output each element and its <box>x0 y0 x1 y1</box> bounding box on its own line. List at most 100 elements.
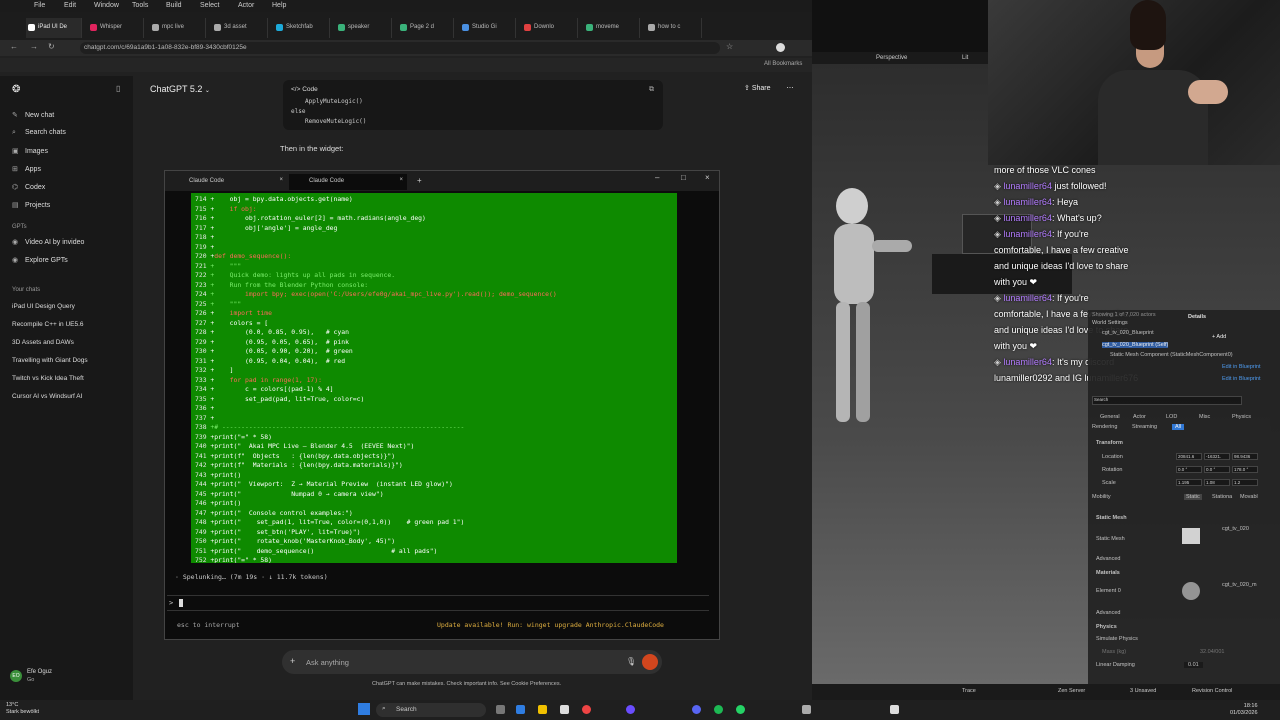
mesh-name[interactable]: cgt_tv_020 <box>1222 526 1249 532</box>
details-filter-tab[interactable]: Streaming <box>1132 424 1157 430</box>
reload-icon[interactable]: ↻ <box>48 42 55 51</box>
details-filter-tab[interactable]: General <box>1100 414 1120 420</box>
transform-section[interactable]: Transform <box>1096 440 1123 446</box>
all-bookmarks[interactable]: All Bookmarks <box>764 61 802 67</box>
chat-history-item[interactable]: Cursor AI vs Windsurf AI <box>12 393 82 400</box>
sidebar-item-new-chat[interactable]: ✎ New chat <box>12 111 54 119</box>
zen-server-button[interactable]: Zen Server <box>1058 688 1085 694</box>
taskbar-search[interactable]: ⌕ Search <box>376 703 486 717</box>
details-filter-tab[interactable]: Rendering <box>1092 424 1117 430</box>
more-icon[interactable]: ⋯ <box>786 85 793 92</box>
browser-tab[interactable]: Page 2 d <box>398 18 454 38</box>
windows-start-icon[interactable] <box>358 703 370 715</box>
chat-history-item[interactable]: iPad UI Design Query <box>12 303 75 310</box>
menu-item-file[interactable]: File <box>34 2 45 9</box>
physics-section[interactable]: Physics <box>1096 624 1117 630</box>
sidebar-item-codex[interactable]: ⌬ Codex <box>12 183 45 191</box>
static-mesh-component[interactable]: Static Mesh Component (StaticMeshCompone… <box>1110 352 1233 358</box>
terminal-tab[interactable]: Claude Code × <box>169 174 287 190</box>
transform-value-field[interactable]: -16321. <box>1204 453 1230 460</box>
browser-tab[interactable]: speaker <box>336 18 392 38</box>
unreal-icon[interactable] <box>890 705 899 714</box>
edge-icon[interactable] <box>516 705 525 714</box>
material-name[interactable]: cgt_tv_020_m <box>1222 582 1257 588</box>
transform-value-field[interactable]: 1.2 <box>1232 479 1258 486</box>
plus-icon[interactable]: + <box>290 656 295 666</box>
mobility-option[interactable]: Movabl <box>1240 494 1258 500</box>
browser-tab[interactable]: Whisper <box>88 18 144 38</box>
revision-control-button[interactable]: Revision Control <box>1192 688 1232 694</box>
details-filter-tab[interactable]: All <box>1172 424 1185 430</box>
world-settings-tab[interactable]: World Settings <box>1092 320 1128 326</box>
whatsapp-icon[interactable] <box>736 705 745 714</box>
terminal-app-icon[interactable] <box>802 705 811 714</box>
forward-icon[interactable]: → <box>30 42 38 51</box>
transform-value-field[interactable]: 1.195 <box>1176 479 1202 486</box>
browser-tab[interactable]: Downlo <box>522 18 578 38</box>
url-field[interactable]: chatgpt.com/c/69a1a9b1-1a08-832e-bf89-34… <box>80 42 720 54</box>
clock[interactable]: 18:16 01/03/2026 <box>1230 703 1258 717</box>
discord-icon[interactable] <box>692 705 701 714</box>
add-component-button[interactable]: + Add <box>1212 334 1226 340</box>
browser-tab[interactable]: 3d asset <box>212 18 268 38</box>
unsaved-button[interactable]: 3 Unsaved <box>1130 688 1156 694</box>
sidebar-item-search-chats[interactable]: ⌕ Search chats <box>12 129 66 137</box>
sidebar-item-projects[interactable]: ▤ Projects <box>12 201 50 209</box>
browser-tab[interactable]: iPad UI De <box>26 18 82 38</box>
mic-icon[interactable]: 🎙 <box>626 657 636 666</box>
sidebar-item-images[interactable]: ▣ Images <box>12 147 48 155</box>
back-icon[interactable]: ← <box>10 42 18 51</box>
browser-tab[interactable]: moveme <box>584 18 640 38</box>
maximize-icon[interactable]: □ <box>681 173 686 182</box>
transform-value-field[interactable]: 0.0 ° <box>1176 466 1202 473</box>
advanced-expander[interactable]: Advanced <box>1096 610 1120 616</box>
minimize-icon[interactable]: – <box>655 173 659 182</box>
details-filter-tab[interactable]: Misc <box>1199 414 1210 420</box>
browser-tab[interactable]: how to c <box>646 18 702 38</box>
profile-avatar[interactable] <box>776 43 785 52</box>
sidebar-toggle-icon[interactable]: ▯ <box>116 84 120 93</box>
openai-logo-icon[interactable]: ❂ <box>12 84 20 95</box>
close-icon[interactable]: × <box>705 173 710 182</box>
weather-widget[interactable]: 13°C Stark bewölkt <box>6 702 39 716</box>
transform-value-field[interactable]: 0.0 ° <box>1204 466 1230 473</box>
menu-item-actor[interactable]: Actor <box>238 2 254 9</box>
copy-icon[interactable]: ⧉ <box>649 85 654 94</box>
trace-button[interactable]: Trace <box>962 688 976 694</box>
transform-value-field[interactable]: 1.08 <box>1204 479 1230 486</box>
details-filter-tab[interactable]: Physics <box>1232 414 1251 420</box>
gpt-item[interactable]: ◉ Explore GPTs <box>12 256 68 264</box>
model-selector[interactable]: ChatGPT 5.2 ⌄ <box>150 84 210 94</box>
voice-mode-button[interactable] <box>642 654 658 670</box>
advanced-expander[interactable]: Advanced <box>1096 556 1120 562</box>
chat-history-item[interactable]: 3D Assets and DAWs <box>12 339 74 346</box>
chat-history-item[interactable]: Twitch vs Kick Idea Theft <box>12 375 84 382</box>
mobility-option[interactable]: Static <box>1184 494 1202 500</box>
browser-tab[interactable]: Studio Gi <box>460 18 516 38</box>
browser-tab[interactable]: Sketchfab <box>274 18 330 38</box>
gpt-item[interactable]: ◉ Video AI by invideo <box>12 238 84 246</box>
ask-input[interactable]: + Ask anything 🎙 <box>282 650 662 674</box>
store-icon[interactable] <box>560 705 569 714</box>
self-component[interactable]: cgt_tv_020_Blueprint (Self) <box>1102 342 1169 348</box>
menu-item-window[interactable]: Window <box>94 2 119 9</box>
edit-in-blueprint-link[interactable]: Edit in Blueprint <box>1222 376 1261 382</box>
sidebar-item-apps[interactable]: ⊞ Apps <box>12 165 41 173</box>
new-tab-icon[interactable]: + <box>417 176 422 185</box>
explorer-icon[interactable] <box>538 705 547 714</box>
materials-section[interactable]: Materials <box>1096 570 1120 576</box>
chrome-icon[interactable] <box>582 705 591 714</box>
menu-item-edit[interactable]: Edit <box>64 2 76 9</box>
lit-button[interactable]: Lit <box>962 55 968 61</box>
details-filter-tab[interactable]: LOD <box>1166 414 1177 420</box>
transform-value-field[interactable]: 20841.6 <box>1176 453 1202 460</box>
share-button[interactable]: ⇪ Share ⋯ <box>744 84 793 92</box>
task-view-icon[interactable] <box>496 705 505 714</box>
spotify-icon[interactable] <box>714 705 723 714</box>
user-avatar[interactable]: EO <box>10 670 22 682</box>
menu-item-help[interactable]: Help <box>272 2 286 9</box>
mass-field[interactable]: 32.04/001 <box>1200 649 1224 655</box>
linear-damping-field[interactable]: 0.01 <box>1184 662 1203 668</box>
bookmark-star-icon[interactable]: ☆ <box>726 42 733 51</box>
terminal-prompt-input[interactable]: > <box>167 595 709 611</box>
